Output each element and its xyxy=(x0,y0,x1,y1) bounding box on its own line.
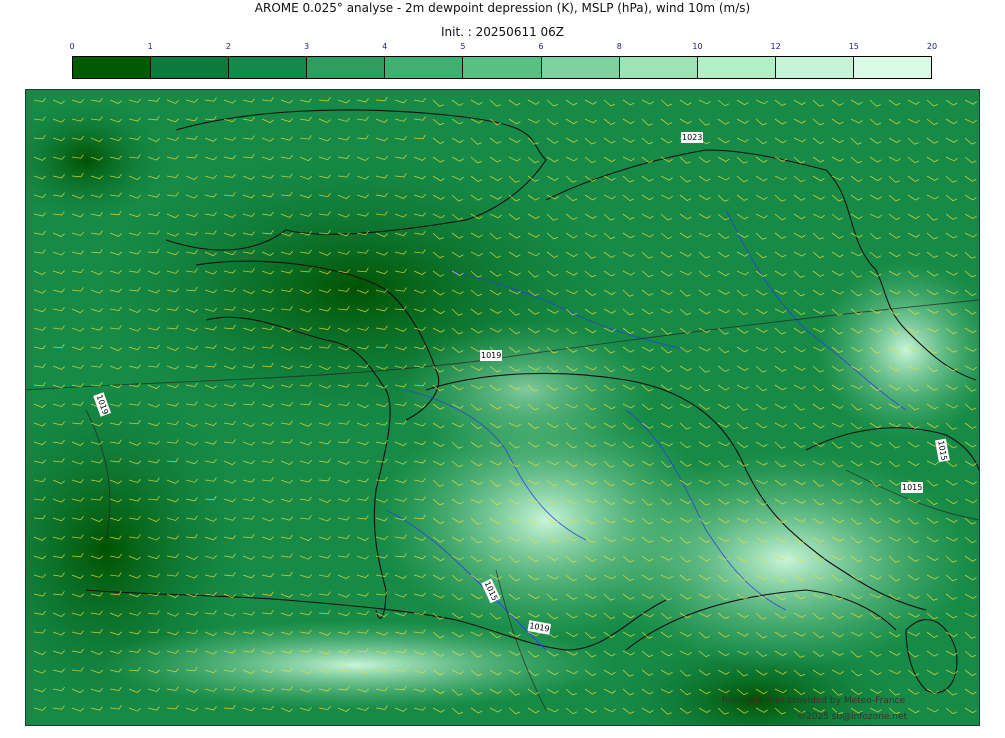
colorbar-tick-label: 5 xyxy=(460,42,466,51)
colorbar-segment xyxy=(463,57,542,78)
colorbar-segment xyxy=(229,57,308,78)
colorbar-tick-label: 3 xyxy=(303,42,310,51)
colorbar-tick-label: 6 xyxy=(538,42,544,51)
colorbar-segment xyxy=(385,57,464,78)
colorbar-segment xyxy=(853,57,932,78)
colorbar-tick-label: 1 xyxy=(147,42,153,51)
isobar-label: 1015 xyxy=(902,483,922,492)
data-source-credit: from grib files provided by Meteo-France xyxy=(722,696,906,706)
colorbar-segment xyxy=(73,57,152,78)
map-title: AROME 0.025° analyse - 2m dewpoint depre… xyxy=(254,1,751,15)
colorbar-segment xyxy=(619,57,698,78)
colorbar-tick-label: 0 xyxy=(69,42,75,51)
colorbar-tick-label: 4 xyxy=(382,42,388,51)
isobar-label: 1019 xyxy=(481,351,501,360)
colorbar-tick-label: 2 xyxy=(225,42,231,51)
colorbar-tick-label: 15 xyxy=(848,42,859,51)
isobar-label: 1023 xyxy=(682,133,702,142)
init-time: Init. : 20250611 06Z xyxy=(440,25,565,39)
copyright-credit: ©2025 sb@infozone.net xyxy=(797,712,908,722)
colorbar-tick-label: 12 xyxy=(770,42,781,51)
weather-map[interactable]: 1023 1019 1019 1015 1015 1015 1019 xyxy=(25,89,980,726)
dewpoint-colorbar xyxy=(72,56,932,79)
colorbar-segment xyxy=(697,57,776,78)
dewpoint-field xyxy=(26,90,979,725)
colorbar-tick-label: 20 xyxy=(926,42,938,51)
colorbar-segment xyxy=(151,57,230,78)
colorbar-segment xyxy=(775,57,854,78)
colorbar-segment xyxy=(307,57,386,78)
colorbar-segment xyxy=(541,57,620,78)
colorbar-tick-label: 10 xyxy=(692,42,703,51)
colorbar-tick-label: 8 xyxy=(616,42,622,51)
